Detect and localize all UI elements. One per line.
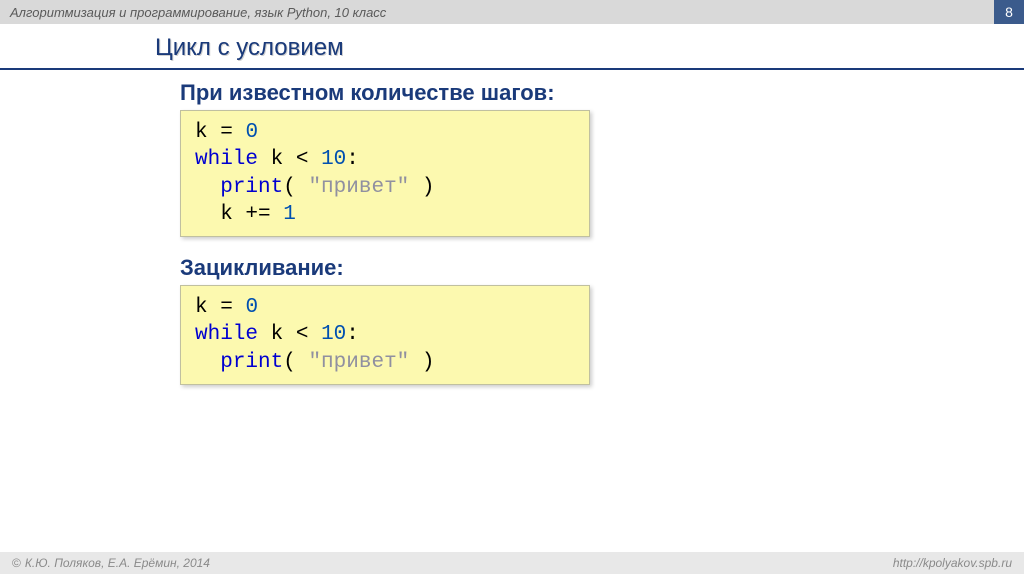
course-title: Алгоритмизация и программирование, язык … [10,5,386,20]
code-text: k [258,323,283,346]
code-keyword: while [195,323,258,346]
code-string: "привет" [308,351,409,374]
code-keyword: print [220,176,283,199]
code-block-2: k = 0 while k < 10: print( "привет" ) [180,285,590,385]
header-bar: Алгоритмизация и программирование, язык … [0,0,1024,24]
code-text: 10 [321,323,346,346]
code-text: k += [220,203,283,226]
slide-title: Цикл с условием [155,34,1024,62]
code-text: k [195,121,208,144]
code-keyword: print [220,351,283,374]
code-text: < [296,148,309,171]
code-text: < [296,323,309,346]
code-text: : [346,323,359,346]
code-block-1: k = 0 while k < 10: print( "привет" ) k … [180,110,590,237]
code-text: = [220,121,233,144]
code-text: : [346,148,359,171]
footer-url: http://kpolyakov.spb.ru [893,556,1012,570]
code-keyword: while [195,148,258,171]
code-text: 1 [283,203,296,226]
footer-copyright: © К.Ю. Поляков, Е.А. Ерёмин, 2014 [12,556,210,570]
copyright-icon: © [12,556,21,570]
code-text: ( [283,176,308,199]
section2-heading: Зацикливание: [180,255,1024,281]
page-number: 8 [994,0,1024,24]
section1-heading: При известном количестве шагов: [180,80,1024,106]
code-text: 0 [245,121,258,144]
code-text: k [195,296,208,319]
code-text: ) [409,176,434,199]
title-divider [0,68,1024,70]
footer-bar: © К.Ю. Поляков, Е.А. Ерёмин, 2014 http:/… [0,552,1024,574]
code-string: "привет" [308,176,409,199]
code-text: = [220,296,233,319]
code-text: 0 [245,296,258,319]
code-text: 10 [321,148,346,171]
footer-author: К.Ю. Поляков, Е.А. Ерёмин, 2014 [25,556,210,570]
code-text: ( [283,351,308,374]
code-text: ) [409,351,434,374]
content-area: При известном количестве шагов: k = 0 wh… [180,80,1024,385]
code-text: k [271,148,284,171]
